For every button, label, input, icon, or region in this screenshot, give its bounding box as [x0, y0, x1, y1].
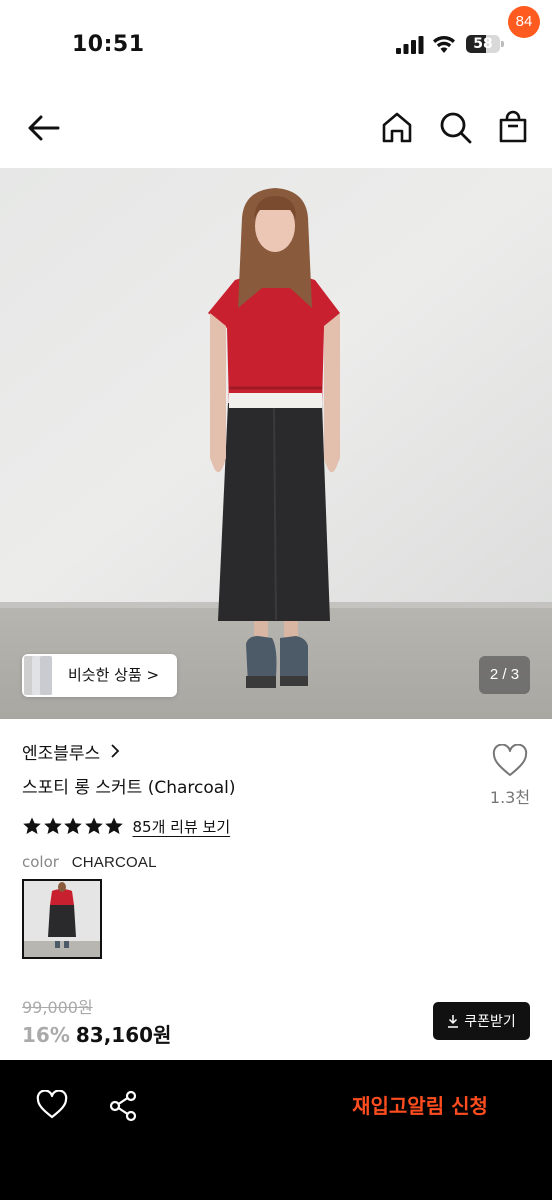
signal-icon — [396, 36, 424, 54]
heart-icon[interactable] — [36, 1090, 68, 1120]
similar-thumbnails — [24, 656, 52, 695]
similar-products-button[interactable]: 비슷한 상품 > — [22, 654, 177, 697]
search-icon[interactable] — [436, 108, 474, 146]
brand-name: 엔조블루스 — [22, 743, 101, 764]
star-rating — [22, 816, 125, 836]
coupon-download-button[interactable]: 쿠폰받기 — [433, 1002, 530, 1040]
coupon-label: 쿠폰받기 — [464, 1014, 516, 1030]
star-icon — [105, 817, 123, 834]
star-icon — [84, 817, 103, 834]
image-page-indicator: 2 / 3 — [479, 656, 530, 694]
color-value: CHARCOAL — [71, 854, 157, 871]
status-time: 10:51 — [72, 32, 145, 57]
back-arrow-icon[interactable] — [24, 108, 64, 148]
product-photo — [0, 168, 552, 719]
sale-price-row: 16% 83,160원 — [22, 1019, 171, 1048]
download-icon — [448, 1015, 459, 1028]
rating-row: 85개 리뷰 보기 — [22, 814, 230, 838]
star-icon — [23, 817, 41, 834]
cart-count-badge: 84 — [508, 6, 540, 38]
brand-link[interactable]: 엔조블루스 — [22, 738, 120, 764]
bottom-action-bar: 재입고알림 신청 — [0, 1060, 552, 1200]
sale-price: 83,160원 — [75, 1023, 172, 1047]
battery-level: 58 — [473, 36, 493, 52]
top-nav — [0, 88, 552, 168]
like-count: 1.3천 — [489, 788, 531, 807]
star-icon — [43, 817, 62, 834]
color-selector: color CHARCOAL — [22, 853, 157, 871]
product-title: 스포티 롱 스커트 (Charcoal) — [22, 778, 236, 798]
discount-rate: 16% — [22, 1023, 70, 1047]
wifi-icon — [433, 36, 455, 53]
reviews-link[interactable]: 85개 리뷰 보기 — [133, 816, 231, 837]
battery-indicator: 58 — [466, 35, 504, 53]
restock-alert-button[interactable]: 재입고알림 신청 — [320, 1084, 520, 1128]
star-icon — [64, 817, 82, 834]
status-bar: 10:51 58 — [0, 0, 552, 88]
original-price: 99,000원 — [22, 998, 93, 1017]
share-icon[interactable] — [108, 1090, 138, 1122]
home-icon[interactable] — [378, 108, 416, 146]
chevron-right-icon — [111, 744, 120, 758]
similar-products-label: 비슷한 상품 > — [68, 666, 160, 684]
product-image[interactable] — [0, 168, 552, 719]
color-option-charcoal[interactable] — [22, 879, 102, 959]
like-button[interactable]: 1.3천 — [484, 742, 536, 810]
heart-icon — [492, 744, 528, 776]
color-label: color — [22, 853, 59, 871]
shopping-bag-icon[interactable] — [494, 108, 532, 146]
swatch-thumbnail — [24, 881, 100, 957]
